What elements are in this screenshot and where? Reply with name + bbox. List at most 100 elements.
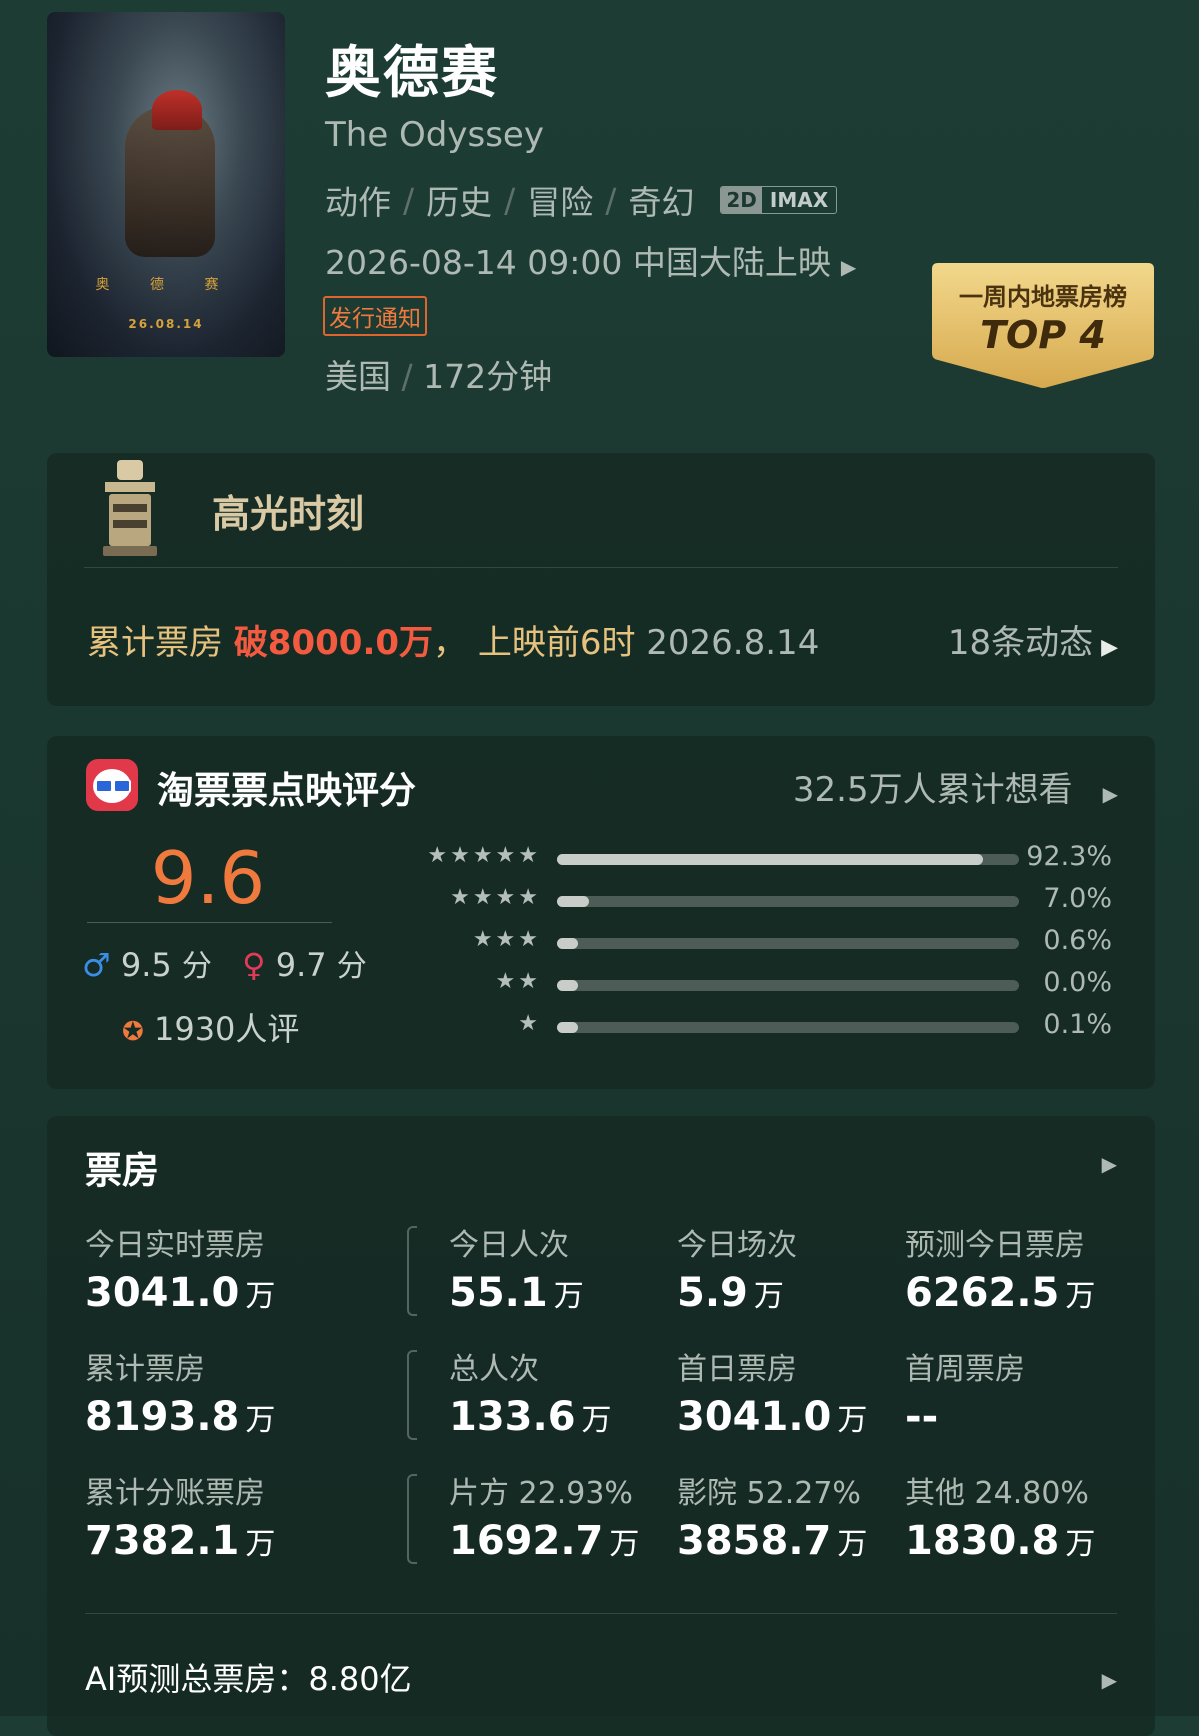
star-rating-icon: ★★★ (472, 927, 541, 952)
star-rating-icon: ★★ (495, 969, 541, 994)
stat-label: 今日场次 (677, 1228, 797, 1263)
want-to-see-link[interactable]: 32.5万人累计想看 ▶ (793, 762, 1118, 811)
distribution-percent: 0.6% (1043, 925, 1112, 956)
distribution-row: ★★★★ 7.0% (397, 883, 1137, 925)
country: 美国 (325, 357, 391, 396)
distribution-bar-track (557, 854, 1019, 865)
play-arrow-icon: ▶ (840, 255, 857, 279)
stat-value: 8193.8 万 (85, 1394, 275, 1440)
distribution-percent: 0.1% (1043, 1009, 1112, 1040)
distribution-row: ★★★★★ 92.3% (397, 841, 1137, 883)
star-rating-icon: ★★★★★ (427, 843, 541, 868)
divider (84, 567, 1118, 568)
highlight-event-text: 上映前6时 (477, 623, 636, 663)
star-rating-icon: ★★★★ (450, 885, 541, 910)
divider (85, 1613, 1117, 1614)
stat-today-admissions: 今日人次 55.1 万 (449, 1220, 584, 1316)
score-unit: 分 (336, 949, 367, 984)
distribution-bar-fill (557, 854, 984, 865)
rank-badge-label: 一周内地票房榜 (959, 283, 1127, 311)
stat-first-week: 首周票房 -- (905, 1344, 1025, 1440)
review-count: ✪ 1930人评 (122, 1004, 299, 1050)
stat-other-share: 其他 24.80% 1830.8 万 (905, 1468, 1095, 1564)
rating-title: 淘票票点映评分 (157, 769, 416, 812)
distribution-row: ★★ 0.0% (397, 967, 1137, 1009)
distribution-bar-fill (557, 980, 578, 991)
stat-label: 累计票房 (85, 1352, 205, 1387)
stat-unit: 万 (245, 1279, 276, 1314)
updates-count: 18条动态 (947, 623, 1094, 663)
distribution-bar-track (557, 1022, 1019, 1033)
play-arrow-icon[interactable]: ▶ (1102, 1668, 1117, 1692)
genre-item: 动作 (325, 183, 391, 222)
review-count-text: 1930人评 (153, 1010, 300, 1048)
movie-english-title: The Odyssey (325, 115, 544, 155)
stat-value: 1830.8 万 (905, 1518, 1095, 1564)
female-score: 9.7 (275, 946, 327, 984)
film-trophy-icon (103, 460, 157, 556)
stat-number: 8193.8 (85, 1394, 240, 1440)
stat-unit: 万 (581, 1403, 612, 1438)
format-imax-label: IMAX (769, 188, 829, 212)
distribution-row: ★ 0.1% (397, 1009, 1137, 1051)
genre-separator: / (504, 180, 516, 220)
updates-link[interactable]: 18条动态 ▶ (948, 615, 1118, 664)
stat-unit: 万 (1065, 1279, 1096, 1314)
movie-poster[interactable]: 奥 德 赛 26.08.14 (47, 12, 285, 357)
rank-badge[interactable]: 一周内地票房榜 TOP 4 (930, 261, 1156, 389)
stat-today-realtime: 今日实时票房 3041.0 万 (85, 1220, 275, 1316)
star-rating-icon: ★ (518, 1011, 541, 1036)
stat-value: 3041.0 万 (85, 1270, 275, 1316)
poster-helmet (152, 90, 202, 130)
group-bracket (407, 1350, 417, 1440)
ai-forecast[interactable]: AI预测总票房：8.80亿 (85, 1654, 412, 1700)
release-notice-tag[interactable]: 发行通知 (323, 296, 427, 336)
stat-unit: 万 (245, 1403, 276, 1438)
stat-forecast-today: 预测今日票房 6262.5 万 (905, 1220, 1095, 1316)
stat-distributor-share: 片方 22.93% 1692.7 万 (449, 1468, 639, 1564)
female-icon: ♀ (242, 946, 266, 984)
stat-label: 预测今日票房 (905, 1228, 1085, 1263)
movie-title: 奥德赛 (325, 41, 499, 106)
group-bracket (407, 1226, 417, 1316)
release-text: 2026-08-14 09:00 中国大陆上映 (325, 243, 831, 282)
stat-value: 5.9 万 (677, 1270, 797, 1316)
distribution-bar-track (557, 938, 1019, 949)
genre-separator: / (403, 180, 415, 220)
stat-number: 6262.5 (905, 1270, 1060, 1316)
stat-label: 今日人次 (449, 1228, 569, 1263)
stat-number: 55.1 (449, 1270, 548, 1316)
rating-distribution: ★★★★★ 92.3% ★★★★ 7.0% ★★★ 0.6% ★★ 0.0% ★… (397, 841, 1137, 1051)
stat-value: 55.1 万 (449, 1270, 584, 1316)
stat-value: 3041.0 万 (677, 1394, 867, 1440)
stat-label: 总人次 (449, 1352, 539, 1387)
genre-item: 历史 (426, 183, 493, 222)
poster-date: 26.08.14 (128, 317, 204, 331)
release-info[interactable]: 2026-08-14 09:00 中国大陆上映 ▶ (325, 236, 856, 284)
score-unit: 分 (181, 949, 212, 984)
want-to-see-count: 32.5万人累计想看 (792, 770, 1073, 810)
gender-scores: ♂ 9.5 分 ♀ 9.7 分 (82, 941, 367, 985)
genre-item: 奇幻 (628, 183, 695, 222)
poster-title: 奥 德 赛 (95, 277, 237, 293)
stat-number: 1692.7 (449, 1518, 604, 1564)
stat-label: 片方 22.93% (449, 1476, 633, 1511)
stat-total-admissions: 总人次 133.6 万 (449, 1344, 612, 1440)
stat-label: 影院 52.27% (677, 1476, 861, 1511)
play-arrow-icon: ▶ (1102, 782, 1118, 806)
stat-cumulative: 累计票房 8193.8 万 (85, 1344, 275, 1440)
play-arrow-icon: ▶ (1101, 635, 1118, 660)
distribution-percent: 7.0% (1043, 883, 1112, 914)
stat-number: 5.9 (677, 1270, 748, 1316)
taopiaopiao-logo-icon (86, 759, 138, 811)
highlight-card: 高光时刻 累计票房 破8000.0万， 上映前6时 2026.8.14 18条动… (47, 453, 1155, 706)
logo-glass-right (113, 779, 131, 793)
distribution-percent: 0.0% (1043, 967, 1112, 998)
stat-value: 133.6 万 (449, 1394, 612, 1440)
stat-number: 3858.7 (677, 1518, 832, 1564)
highlight-date: 2026.8.14 (646, 623, 820, 663)
play-arrow-icon[interactable]: ▶ (1102, 1152, 1117, 1176)
genre-separator: / (605, 180, 617, 220)
stat-unit: 万 (609, 1527, 640, 1562)
stat-unit: 万 (837, 1403, 868, 1438)
